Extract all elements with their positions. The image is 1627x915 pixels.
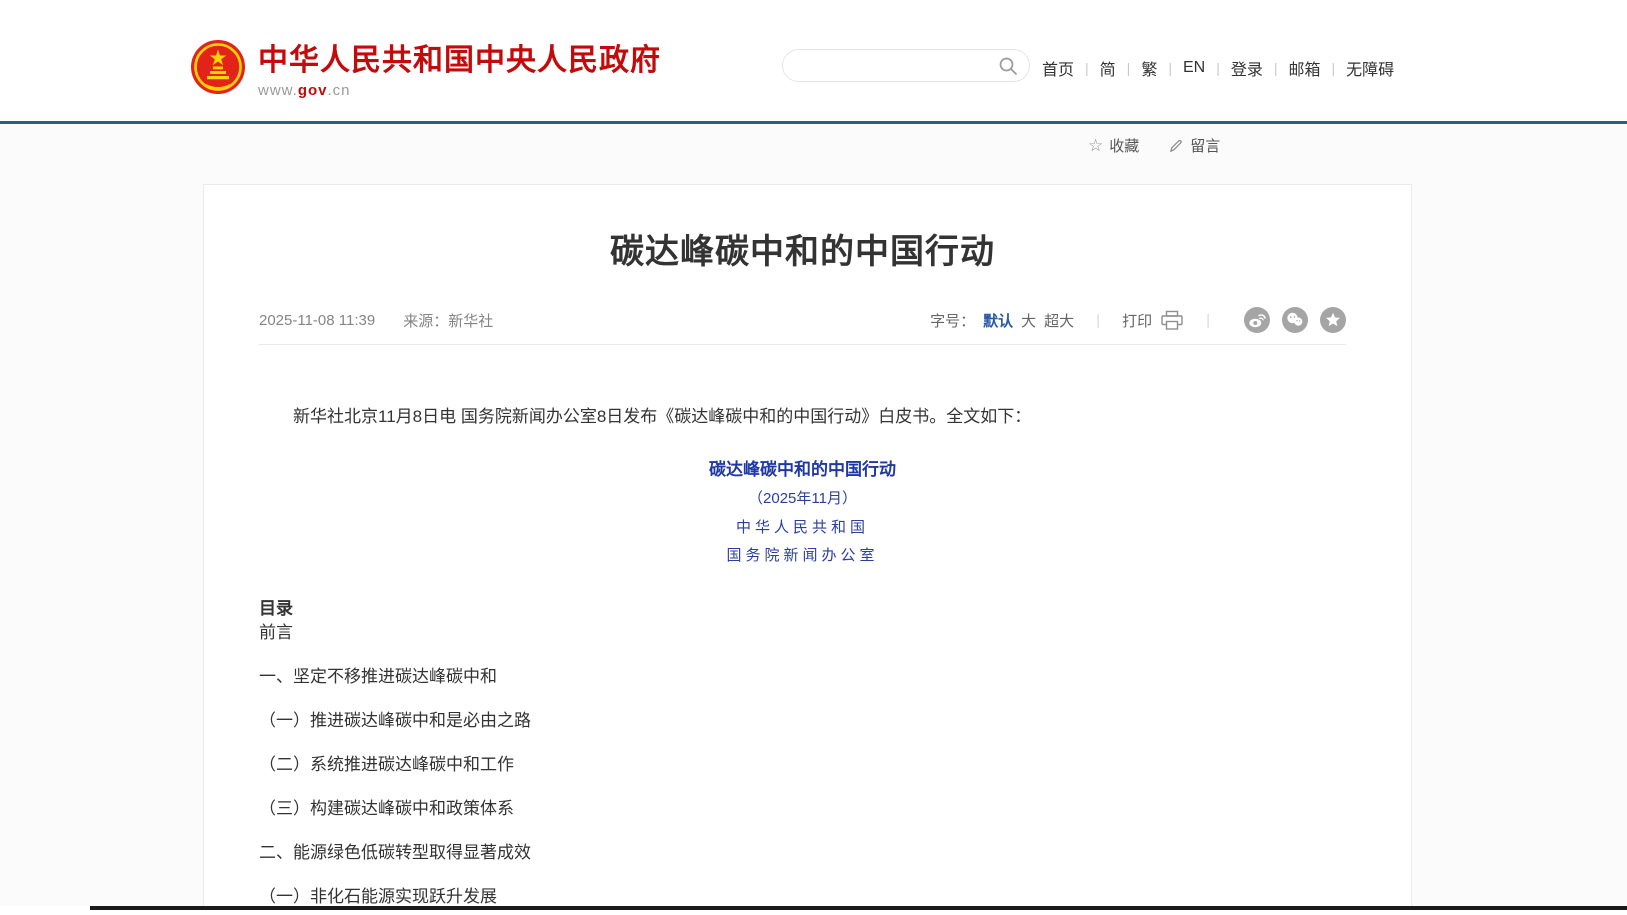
toc-heading: 目录 [259, 597, 1346, 621]
favorite-button[interactable]: ☆ 收藏 [1088, 135, 1139, 156]
article-card: 碳达峰碳中和的中国行动 2025-11-08 11:39 来源： 新华社 字号：… [203, 184, 1412, 906]
article-title: 碳达峰碳中和的中国行动 [259, 231, 1346, 273]
url-gov: gov [298, 82, 328, 99]
favorite-star-icon: ☆ [1088, 137, 1103, 154]
nav-separator: | [1085, 60, 1089, 76]
search-box [782, 49, 1030, 82]
document-heading: 碳达峰碳中和的中国行动 （2025年11月） 中华人民共和国 国务院新闻办公室 [259, 455, 1346, 569]
toc-item-2-1: （一）非化石能源实现跃升发展 [259, 885, 1346, 906]
message-label: 留言 [1190, 135, 1220, 156]
message-button[interactable]: 留言 [1169, 135, 1220, 156]
site-title: 中华人民共和国中央人民政府 [258, 44, 661, 78]
nav-login[interactable]: 登录 [1231, 56, 1263, 80]
url-prefix: www. [258, 82, 298, 99]
url-suffix: .cn [328, 82, 351, 99]
nav-traditional[interactable]: 繁 [1141, 56, 1157, 80]
meta-right: 字号： 默认 大 超大 | 打印 | [930, 307, 1346, 333]
viewport-bottom-strip [0, 906, 1627, 915]
font-size-label: 字号： [930, 310, 975, 331]
nav-separator: | [1216, 60, 1220, 76]
toc-item-2: 二、能源绿色低碳转型取得显著成效 [259, 841, 1346, 865]
weibo-share-icon[interactable] [1244, 307, 1270, 333]
page-actions: ☆ 收藏 留言 [1088, 135, 1250, 156]
print-button[interactable]: 打印 [1122, 310, 1184, 331]
top-nav: 首页 | 简 | 繁 | EN | 登录 | 邮箱 | 无障碍 [1042, 56, 1394, 80]
article-meta: 2025-11-08 11:39 来源： 新华社 字号： 默认 大 超大 | 打… [259, 305, 1346, 335]
font-size-xlarge[interactable]: 超大 [1044, 310, 1074, 331]
source-value[interactable]: 新华社 [448, 310, 493, 331]
nav-simplified[interactable]: 简 [1100, 56, 1116, 80]
nav-home[interactable]: 首页 [1042, 56, 1074, 80]
favorite-share-icon[interactable] [1320, 307, 1346, 333]
nav-separator: | [1168, 60, 1172, 76]
print-label: 打印 [1122, 310, 1152, 331]
favorite-label: 收藏 [1109, 135, 1139, 156]
pencil-icon [1169, 138, 1184, 153]
nav-separator: | [1127, 60, 1131, 76]
search-icon[interactable] [997, 55, 1019, 77]
meta-separator [259, 344, 1346, 345]
search-input[interactable] [783, 58, 997, 74]
toc-item-1: 一、坚定不移推进碳达峰碳中和 [259, 665, 1346, 689]
site-url: www.gov.cn [258, 82, 661, 99]
lead-paragraph: 新华社北京11月8日电 国务院新闻办公室8日发布《碳达峰碳中和的中国行动》白皮书… [259, 403, 1346, 431]
publish-date: 2025-11-08 11:39 [259, 312, 375, 329]
site-header: 中华人民共和国中央人民政府 www.gov.cn 首页 | 简 | 繁 | EN | 登录 | 邮箱… [0, 0, 1627, 121]
toc-item-1-2: （二）系统推进碳达峰碳中和工作 [259, 753, 1346, 777]
toc-item-preface: 前言 [259, 621, 1346, 645]
main-area: ☆ 收藏 留言 碳达峰碳中和的中国行动 2025-11-08 11:39 来源：… [0, 124, 1627, 906]
meta-divider: | [1206, 312, 1210, 329]
nav-accessibility[interactable]: 无障碍 [1346, 56, 1394, 80]
viewport-bottom-line [90, 906, 1627, 910]
nav-separator: | [1274, 60, 1278, 76]
nav-separator: | [1332, 60, 1336, 76]
nav-mail[interactable]: 邮箱 [1289, 56, 1321, 80]
share-icons [1232, 307, 1346, 333]
site-logo[interactable]: 中华人民共和国中央人民政府 www.gov.cn [190, 38, 661, 99]
meta-divider: | [1096, 312, 1100, 329]
nav-english[interactable]: EN [1183, 59, 1205, 77]
document-author-line2: 国务院新闻办公室 [259, 541, 1346, 569]
wechat-share-icon[interactable] [1282, 307, 1308, 333]
font-size-default[interactable]: 默认 [983, 310, 1013, 331]
document-date: （2025年11月） [259, 485, 1346, 513]
document-author-line1: 中华人民共和国 [259, 513, 1346, 541]
toc-item-1-3: （三）构建碳达峰碳中和政策体系 [259, 797, 1346, 821]
national-emblem-icon [190, 38, 246, 96]
toc-item-1-1: （一）推进碳达峰碳中和是必由之路 [259, 709, 1346, 733]
document-title: 碳达峰碳中和的中国行动 [259, 455, 1346, 485]
font-size-large[interactable]: 大 [1021, 310, 1036, 331]
printer-icon [1160, 310, 1184, 331]
meta-left: 2025-11-08 11:39 来源： 新华社 [259, 310, 493, 331]
source-label: 来源： [403, 310, 448, 331]
